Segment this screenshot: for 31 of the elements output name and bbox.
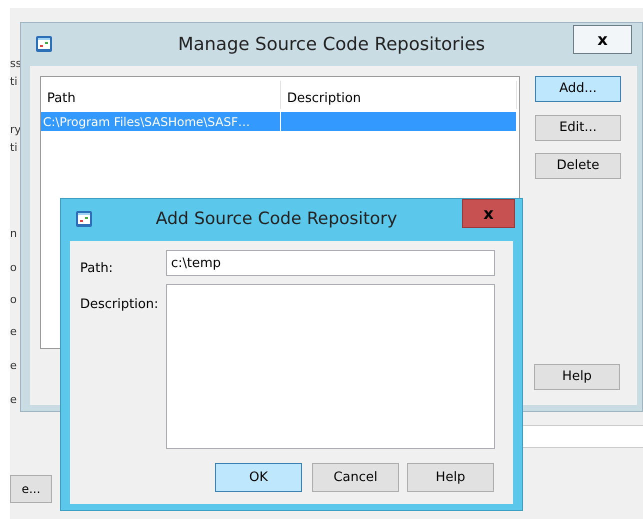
text-fragment: ry (10, 124, 22, 136)
button[interactable]: Edit... (535, 115, 621, 141)
column-header[interactable]: Description (281, 81, 517, 109)
text-fragment: o (10, 294, 17, 306)
button[interactable]: Help (407, 463, 494, 492)
text-fragment: e (10, 326, 17, 338)
text-fragment: ti (10, 142, 18, 154)
window-title: Add Source Code Repository (156, 208, 398, 232)
button[interactable]: e... (10, 475, 52, 503)
window-title: Manage Source Code Repositories (178, 33, 486, 57)
window-icon (75, 210, 93, 228)
text-fragment: o (10, 262, 17, 274)
text-fragment: n (10, 228, 17, 240)
input-field[interactable]: c:\temp (166, 250, 495, 276)
text-fragment: e (10, 360, 17, 372)
text-field[interactable] (520, 425, 643, 448)
text-fragment: ti (10, 76, 18, 88)
window-icon (35, 35, 53, 53)
column-header[interactable]: Path (41, 81, 281, 109)
button[interactable]: Add... (535, 76, 621, 102)
table-cell[interactable] (281, 112, 517, 131)
text-fragment: e (10, 394, 17, 406)
button[interactable]: Delete (535, 153, 621, 179)
field-label: Description: (80, 296, 158, 314)
close-button[interactable]: x (462, 199, 515, 228)
field-label: Path: (80, 260, 113, 278)
button[interactable]: Help (534, 364, 620, 390)
button[interactable]: OK (215, 463, 302, 492)
button[interactable]: Cancel (312, 463, 399, 492)
text-area[interactable] (166, 284, 495, 449)
close-button[interactable]: x (573, 25, 632, 54)
